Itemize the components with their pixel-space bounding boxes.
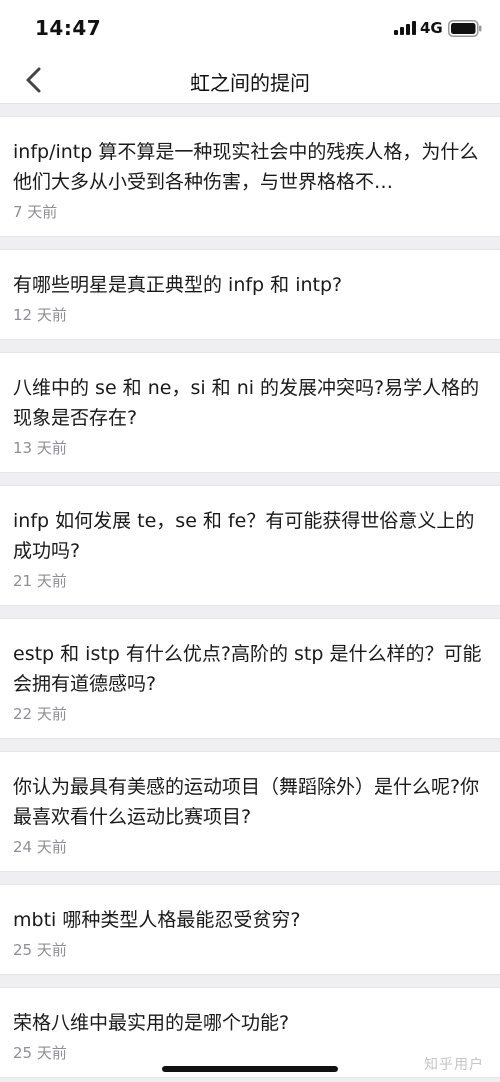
question-item[interactable]: 有哪些明星是真正典型的 infp 和 intp? 12 天前 [0,249,500,340]
status-time: 14:47 [35,16,102,40]
question-title: infp 如何发展 te，se 和 fe？有可能获得世俗意义上的成功吗? [13,510,475,562]
watermark: 知乎用户 [424,1057,484,1073]
question-item[interactable]: mbti 哪种类型人格最能忍受贫穷? 25 天前 [0,884,500,975]
question-item[interactable]: estp 和 istp 有什么优点?高阶的 stp 是什么样的？可能会拥有道德感… [0,618,500,739]
question-item[interactable]: 你认为最具有美感的运动项目（舞蹈除外）是什么呢?你最喜欢看什么运动比赛项目? 2… [0,751,500,872]
status-bar: 14:47 4G [0,0,500,56]
question-list: infp/intp 算不算是一种现实社会中的残疾人格，为什么他们大多从小受到各种… [0,104,500,1078]
network-type: 4G [420,19,443,37]
question-time: 12 天前 [13,306,67,324]
question-title: 八维中的 se 和 ne，si 和 ni 的发展冲突吗?易学人格的现象是否存在? [13,377,480,429]
question-title: 你认为最具有美感的运动项目（舞蹈除外）是什么呢?你最喜欢看什么运动比赛项目? [13,776,480,828]
question-title: 荣格八维中最实用的是哪个功能? [13,1012,290,1034]
question-item[interactable]: 八维中的 se 和 ne，si 和 ni 的发展冲突吗?易学人格的现象是否存在?… [0,352,500,473]
nav-bar: 虹之间的提问 [0,56,500,104]
question-title: 有哪些明星是真正典型的 infp 和 intp? [13,274,343,296]
question-item[interactable]: infp 如何发展 te，se 和 fe？有可能获得世俗意义上的成功吗? 21 … [0,485,500,606]
page-title: 虹之间的提问 [190,71,310,95]
question-time: 25 天前 [13,941,67,959]
question-item[interactable]: infp/intp 算不算是一种现实社会中的残疾人格，为什么他们大多从小受到各种… [0,116,500,237]
battery-icon [448,20,482,37]
question-time: 24 天前 [13,838,67,856]
question-time: 7 天前 [13,203,58,221]
question-title: mbti 哪种类型人格最能忍受贫穷? [13,909,301,931]
home-indicator[interactable] [162,1066,338,1072]
signal-icon [394,21,416,35]
question-time: 22 天前 [13,705,67,723]
question-time: 13 天前 [13,439,67,457]
question-title: estp 和 istp 有什么优点?高阶的 stp 是什么样的？可能会拥有道德感… [13,643,482,695]
screen: 14:47 4G 虹之间的提问 infp/intp 算不算是一种现实社会中的残疾… [0,0,500,1082]
question-time: 21 天前 [13,572,67,590]
question-title: infp/intp 算不算是一种现实社会中的残疾人格，为什么他们大多从小受到各种… [13,141,479,193]
